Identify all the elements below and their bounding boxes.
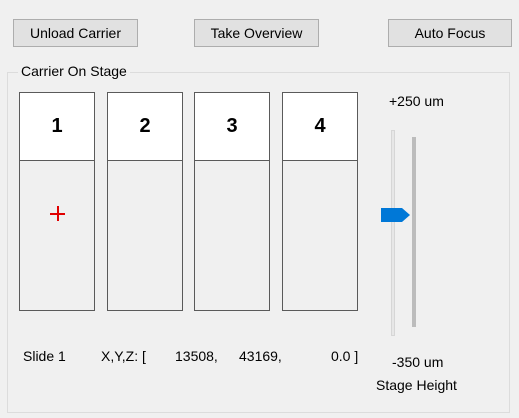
slide-slot-4[interactable]: 4 bbox=[282, 92, 358, 311]
y-coordinate-value: 43169, bbox=[239, 348, 282, 364]
stage-height-caption: Stage Height bbox=[376, 377, 457, 393]
slot-number: 3 bbox=[195, 93, 269, 161]
xyz-label: X,Y,Z: [ bbox=[101, 348, 146, 364]
slide-slot-3[interactable]: 3 bbox=[194, 92, 270, 311]
slot-number: 2 bbox=[108, 93, 182, 161]
stage-height-slider-track[interactable] bbox=[391, 130, 395, 336]
slide-slot-2[interactable]: 2 bbox=[107, 92, 183, 311]
z-coordinate-value: 0.0 ] bbox=[331, 348, 359, 364]
slot-body[interactable] bbox=[108, 161, 182, 310]
stage-height-scale-line bbox=[412, 137, 416, 327]
slot-number: 4 bbox=[283, 93, 357, 161]
x-coordinate-value: 13508, bbox=[175, 348, 218, 364]
position-marker-cross-icon bbox=[50, 206, 65, 221]
unload-carrier-button[interactable]: Unload Carrier bbox=[13, 19, 138, 47]
slot-body[interactable] bbox=[283, 161, 357, 310]
slide-slot-1[interactable]: 1 bbox=[19, 92, 95, 311]
take-overview-button[interactable]: Take Overview bbox=[194, 19, 319, 47]
stage-height-min-label: -350 um bbox=[392, 354, 444, 370]
slot-number: 1 bbox=[20, 93, 94, 161]
stage-height-slider-thumb[interactable] bbox=[381, 208, 411, 222]
slot-body[interactable] bbox=[195, 161, 269, 310]
slide-status-label: Slide 1 bbox=[23, 348, 66, 364]
auto-focus-button[interactable]: Auto Focus bbox=[388, 19, 512, 47]
slot-body[interactable] bbox=[20, 161, 94, 310]
stage-height-max-label: +250 um bbox=[389, 93, 444, 109]
carrier-group-title: Carrier On Stage bbox=[18, 63, 130, 79]
